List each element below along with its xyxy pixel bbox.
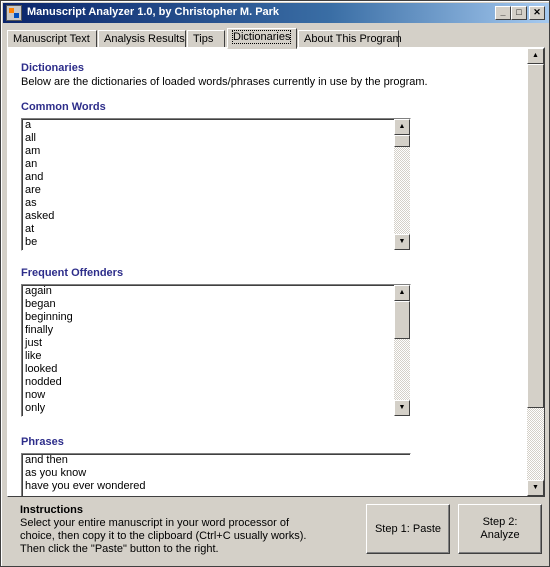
tab-label: About This Program	[304, 33, 402, 45]
common-words-list[interactable]: a all am an and are as asked at be ▲ ▼	[21, 118, 411, 251]
list-item[interactable]: be	[22, 236, 410, 249]
scrollbar-thumb[interactable]	[394, 301, 410, 339]
common-words-heading: Common Words	[21, 101, 106, 113]
analyze-button-line: Analyze	[480, 529, 520, 541]
list-item[interactable]: and then	[22, 454, 410, 467]
frequent-offenders-list[interactable]: again began beginning finally just like …	[21, 284, 411, 417]
list-item[interactable]: am	[22, 145, 410, 158]
scroll-down-icon[interactable]: ▼	[394, 400, 410, 416]
list-item[interactable]: are	[22, 184, 410, 197]
tab-label: Dictionaries	[231, 30, 292, 44]
dictionaries-content: Dictionaries Below are the dictionaries …	[8, 48, 526, 496]
maximize-button[interactable]: □	[511, 6, 527, 20]
list-item[interactable]: at	[22, 223, 410, 236]
scrollbar-thumb[interactable]	[527, 64, 544, 408]
tab-tips[interactable]: Tips	[187, 30, 225, 48]
instructions-line: Then click the "Paste" button to the rig…	[20, 543, 219, 555]
frequent-offenders-heading: Frequent Offenders	[21, 267, 124, 279]
title-bar[interactable]: Manuscript Analyzer 1.0, by Christopher …	[3, 3, 549, 23]
scroll-down-icon[interactable]: ▼	[394, 234, 410, 250]
instructions-line: Select your entire manuscript in your wo…	[20, 517, 290, 529]
instructions-title: Instructions	[20, 504, 83, 516]
scroll-up-icon[interactable]: ▲	[527, 48, 544, 64]
list-item[interactable]: again	[22, 285, 410, 298]
list-item[interactable]: asked	[22, 210, 410, 223]
scroll-up-icon[interactable]: ▲	[394, 119, 410, 135]
window-title: Manuscript Analyzer 1.0, by Christopher …	[27, 6, 280, 18]
analyze-button-line: Step 2:	[482, 516, 518, 528]
instructions-bar: Instructions Select your entire manuscri…	[7, 501, 545, 563]
tab-label: Manuscript Text	[13, 33, 90, 45]
scroll-up-icon[interactable]: ▲	[394, 285, 410, 301]
list-item[interactable]: only	[22, 402, 410, 415]
list-item[interactable]: like	[22, 350, 410, 363]
app-icon	[6, 5, 22, 21]
list-item[interactable]: as you know	[22, 467, 410, 480]
list-item[interactable]: an	[22, 158, 410, 171]
phrases-heading: Phrases	[21, 436, 64, 448]
list-item[interactable]: now	[22, 389, 410, 402]
tab-manuscript-text[interactable]: Manuscript Text	[7, 30, 97, 48]
scrollbar-thumb[interactable]	[394, 135, 410, 147]
tab-analysis-results[interactable]: Analysis Results	[98, 30, 186, 48]
tab-dictionaries[interactable]: Dictionaries	[227, 28, 297, 49]
phrases-list[interactable]: and then as you know have you ever wonde…	[21, 453, 411, 496]
analyze-button[interactable]: Step 2: Analyze	[458, 504, 542, 554]
dictionaries-title: Dictionaries	[21, 62, 84, 74]
dictionaries-panel: Dictionaries Below are the dictionaries …	[7, 47, 545, 497]
tab-label: Tips	[193, 33, 214, 45]
list-item[interactable]: have you ever wondered	[22, 480, 410, 493]
list-item[interactable]: as	[22, 197, 410, 210]
list-item[interactable]: nodded	[22, 376, 410, 389]
list-item[interactable]: and	[22, 171, 410, 184]
list-item[interactable]: a	[22, 119, 410, 132]
list-item[interactable]: began	[22, 298, 410, 311]
dictionaries-description: Below are the dictionaries of loaded wor…	[21, 76, 428, 88]
list-item[interactable]: finally	[22, 324, 410, 337]
list-item[interactable]: just	[22, 337, 410, 350]
list-item[interactable]: looked	[22, 363, 410, 376]
close-button[interactable]: ✕	[529, 6, 545, 20]
tab-about[interactable]: About This Program	[298, 30, 402, 48]
list-item[interactable]: all	[22, 132, 410, 145]
panel-scrollbar[interactable]: ▲ ▼	[527, 48, 544, 496]
paste-button[interactable]: Step 1: Paste	[366, 504, 450, 554]
instructions-text: Select your entire manuscript in your wo…	[20, 517, 310, 556]
main-window: Manuscript Analyzer 1.0, by Christopher …	[0, 0, 550, 567]
tab-label: Analysis Results	[104, 33, 185, 45]
scroll-down-icon[interactable]: ▼	[527, 480, 544, 496]
instructions-line: choice, then copy it to the clipboard (C…	[20, 530, 307, 542]
list-item[interactable]: beginning	[22, 311, 410, 324]
minimize-button[interactable]: _	[495, 6, 511, 20]
common-words-scrollbar[interactable]: ▲ ▼	[394, 119, 410, 250]
frequent-offenders-scrollbar[interactable]: ▲ ▼	[394, 285, 410, 416]
